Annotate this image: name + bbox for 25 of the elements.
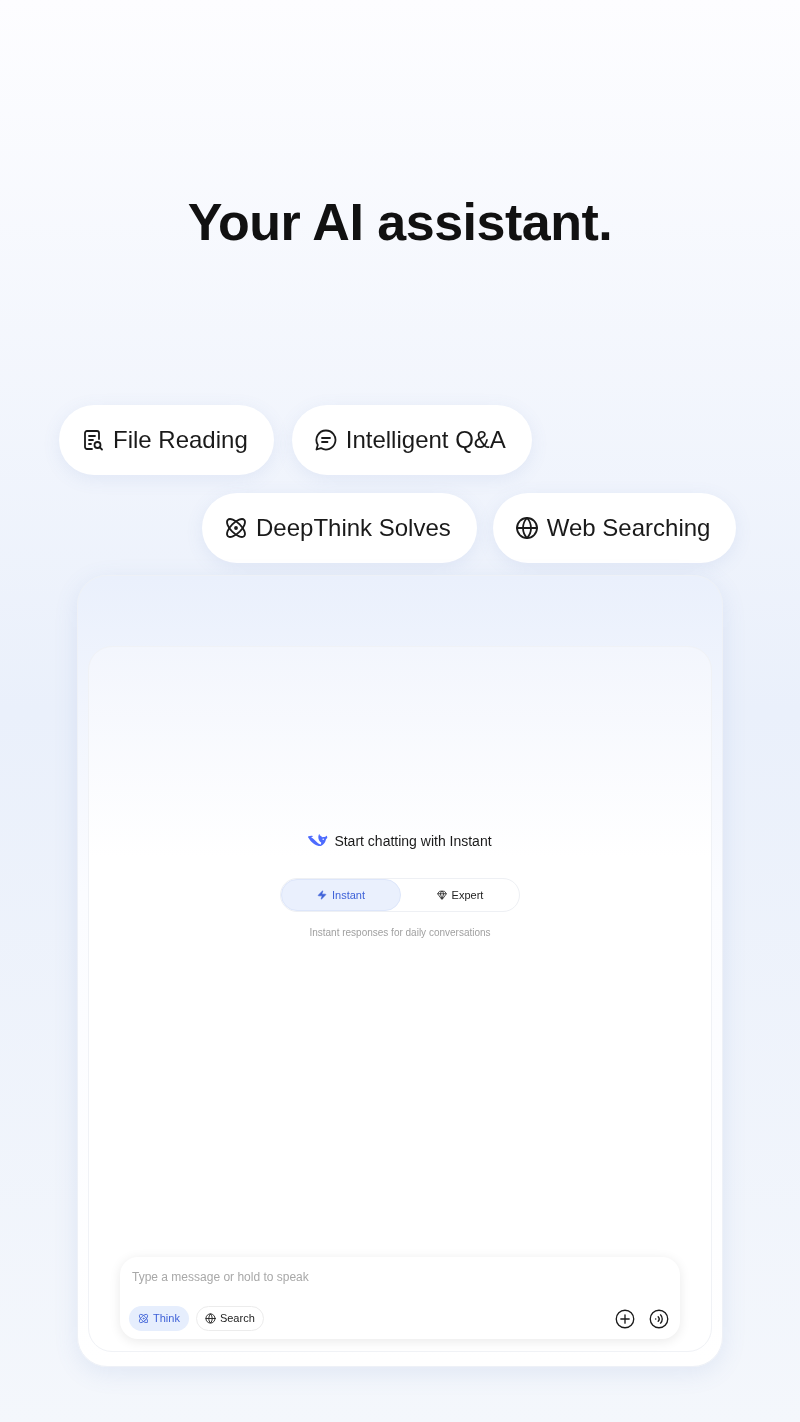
message-input[interactable]: Type a message or hold to speak xyxy=(129,1268,671,1286)
mode-description: Instant responses for daily conversations xyxy=(308,926,492,940)
globe-icon xyxy=(204,1313,216,1324)
headline: Your AI assistant. xyxy=(186,196,614,248)
globe-icon xyxy=(514,516,539,540)
feature-label: File Reading xyxy=(113,425,248,455)
atom-icon xyxy=(138,1313,149,1324)
feature-label: DeepThink Solves xyxy=(256,513,451,543)
message-composer[interactable]: Type a message or hold to speak Think Search xyxy=(120,1257,680,1339)
mode-toggle-button[interactable]: Think xyxy=(129,1306,189,1331)
feature-label: Intelligent Q&A xyxy=(345,425,506,455)
diamond-icon xyxy=(436,890,447,900)
document-search-icon xyxy=(81,428,105,452)
plus-icon xyxy=(615,1308,635,1329)
mode-tab[interactable]: Expert xyxy=(401,879,519,911)
greeting-text: Start chatting with Instant xyxy=(334,832,492,851)
voice-icon xyxy=(649,1308,669,1329)
mode-toggle-button[interactable]: Search xyxy=(195,1306,264,1331)
atom-icon xyxy=(224,516,248,540)
mode-tab[interactable]: Instant xyxy=(281,879,401,911)
lightning-icon xyxy=(317,890,327,900)
feature-label: Web Searching xyxy=(546,513,711,543)
add-button[interactable] xyxy=(615,1308,635,1329)
chat-bubble-icon xyxy=(313,428,338,452)
voice-button[interactable] xyxy=(649,1308,669,1329)
